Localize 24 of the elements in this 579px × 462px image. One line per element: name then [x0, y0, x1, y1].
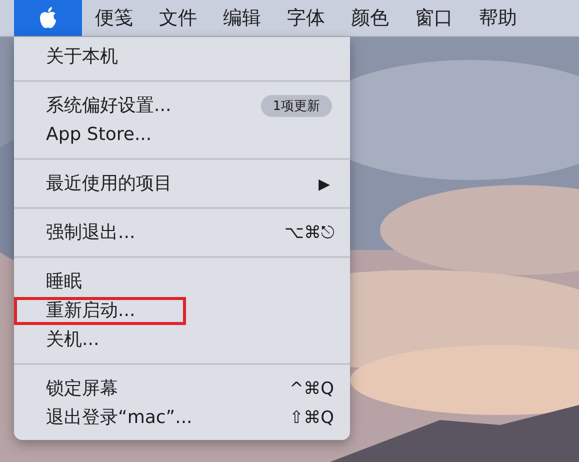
menu-item[interactable]: 关于本机: [14, 42, 125, 70]
menu-item[interactable]: 关机...: [14, 326, 106, 354]
menu-item[interactable]: App Store...: [14, 120, 159, 148]
submenu-arrow: ▶: [318, 174, 330, 192]
apple-icon: [38, 6, 58, 30]
menu-item[interactable]: 退出登录“mac”...: [14, 404, 200, 432]
menu-bar-item[interactable]: 帮助: [466, 0, 530, 36]
menu-bar-item[interactable]: 颜色: [338, 0, 402, 36]
menu-bar-item[interactable]: 文件: [146, 0, 210, 36]
menu-item[interactable]: 强制退出...: [14, 218, 142, 246]
menu-bar-item[interactable]: 编辑: [210, 0, 274, 36]
menu-item[interactable]: 锁定屏幕: [14, 374, 125, 402]
menu-item[interactable]: 系统偏好设置...: [14, 92, 178, 120]
menu-item[interactable]: 最近使用的项目: [14, 170, 179, 198]
menu-item[interactable]: 睡眠: [14, 268, 89, 296]
menu-bar-item[interactable]: 窗口: [402, 0, 466, 36]
keyboard-shortcut: ⌥⌘⎋: [284, 222, 334, 242]
keyboard-shortcut: ^⌘Q: [289, 378, 334, 398]
menu-item[interactable]: 重新启动...: [14, 296, 186, 324]
apple-menu-button[interactable]: [14, 0, 82, 36]
update-badge: 1项更新: [260, 94, 332, 116]
menu-bar-item[interactable]: 便笺: [82, 0, 146, 36]
menu-bar-item[interactable]: 字体: [274, 0, 338, 36]
keyboard-shortcut: ⇧⌘Q: [289, 408, 334, 428]
